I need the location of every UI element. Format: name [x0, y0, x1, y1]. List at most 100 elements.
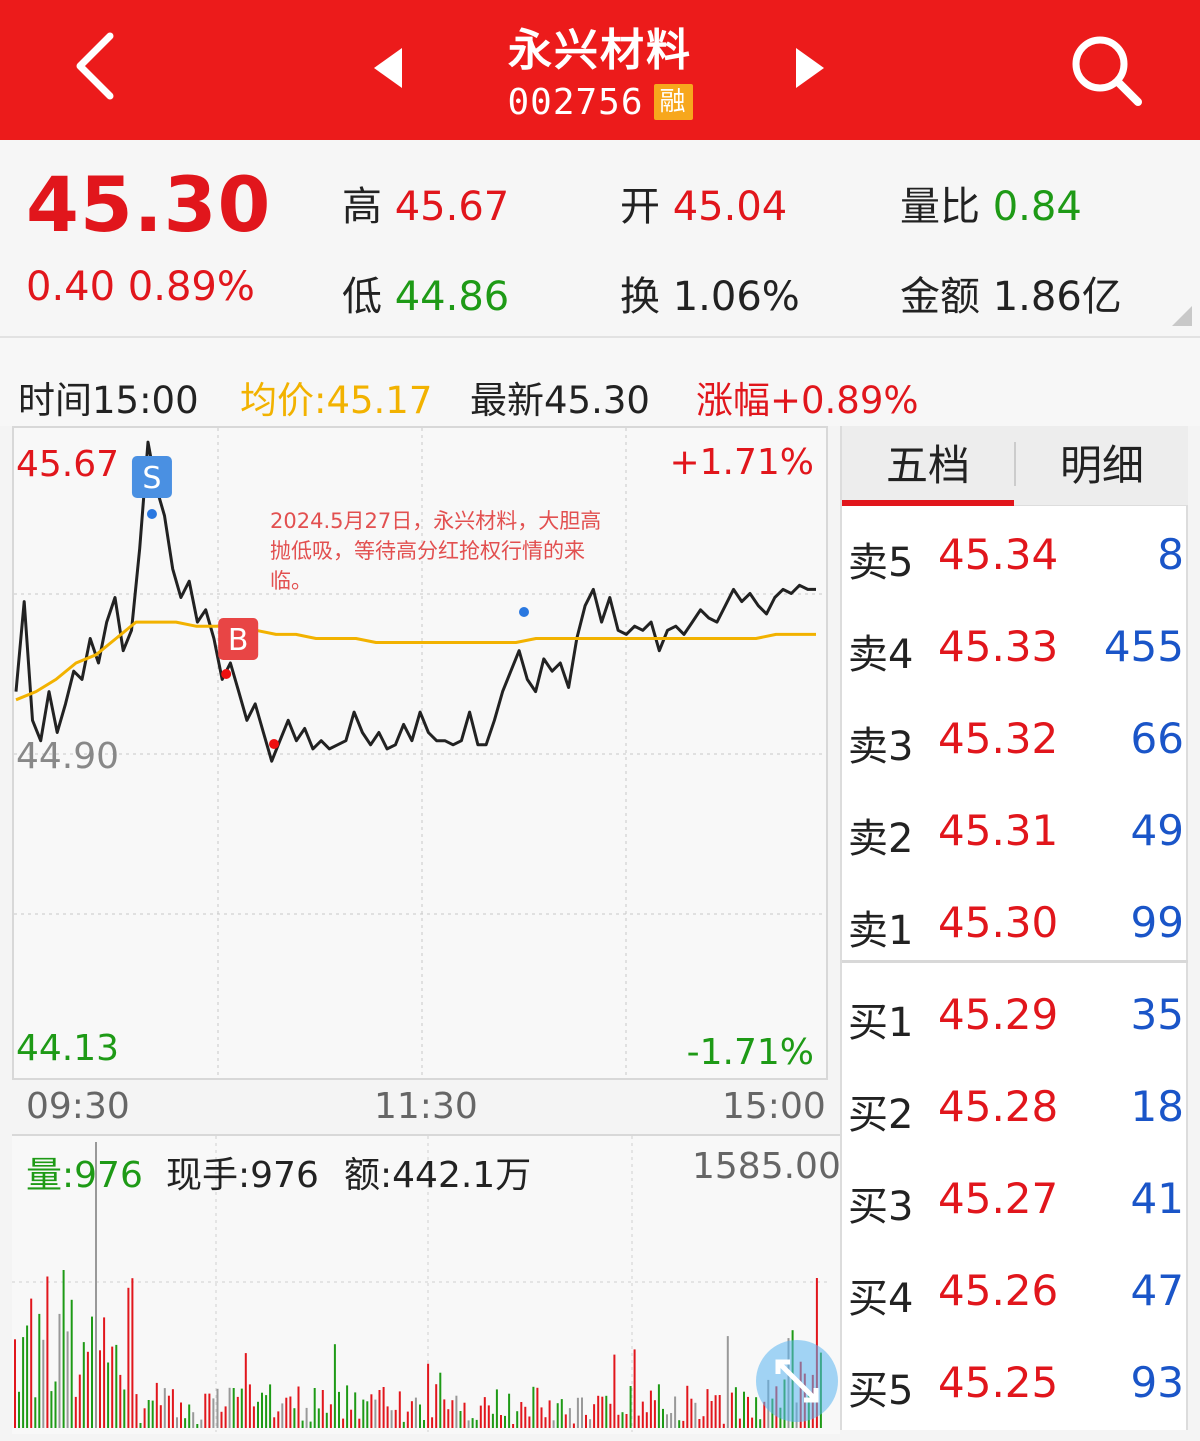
volume-bar [338, 1391, 340, 1428]
volume-bar [548, 1400, 551, 1428]
bid-price: 45.26 [938, 1266, 1059, 1315]
volume-bar [698, 1419, 701, 1428]
volume-bar [463, 1402, 466, 1428]
volume-bar [593, 1404, 596, 1428]
next-stock-icon[interactable] [792, 46, 828, 90]
volume-bar [212, 1398, 215, 1428]
volume-bar [678, 1420, 681, 1428]
volume-bar [560, 1399, 563, 1428]
chart-annotation-line: 抛低吸，等待高分红抢权行情的来 [270, 539, 585, 563]
bid-label: 买4 [848, 1276, 914, 1322]
volume-bar [46, 1276, 49, 1428]
ask-label: 卖1 [848, 908, 914, 954]
volume-max: 1585.00 [692, 1146, 841, 1187]
volume-bar [123, 1389, 126, 1428]
ask-row-4[interactable]: 卖4 45.33 455 [842, 600, 1188, 692]
volume-bar [585, 1414, 587, 1428]
turnover-label: 换 [620, 274, 660, 320]
bid-row-2[interactable]: 买2 45.28 18 [842, 1060, 1188, 1152]
fullscreen-expand-button[interactable] [756, 1340, 838, 1422]
expand-corner-icon[interactable] [1172, 306, 1192, 326]
volume-bar [645, 1412, 648, 1428]
volume-bar [581, 1397, 583, 1428]
volume-bar [544, 1417, 547, 1428]
search-icon[interactable] [1070, 34, 1144, 108]
tab-five-levels[interactable]: 五档 [842, 436, 1014, 506]
volume-bar [386, 1406, 389, 1428]
ask-row-3[interactable]: 卖3 45.32 66 [842, 692, 1188, 784]
bid-row-3[interactable]: 买3 45.27 41 [842, 1152, 1188, 1244]
volume-bar [471, 1418, 474, 1428]
volume-bar [520, 1402, 523, 1428]
volume-bar [192, 1412, 195, 1428]
volume-bar [382, 1387, 385, 1428]
volume-bar [500, 1415, 502, 1428]
volume-bar [512, 1424, 515, 1428]
bid-volume: 18 [1130, 1082, 1184, 1131]
volume-bar [240, 1388, 243, 1428]
volume-bar [613, 1354, 616, 1428]
intraday-chart[interactable]: S B 45.67 44.90 44.13 +1.71% -1.71% 2024.5月27日，… [12, 426, 828, 1080]
volume-bar [273, 1417, 276, 1428]
volume-bar [394, 1409, 397, 1428]
volume-bar [609, 1403, 612, 1428]
volume-bar [350, 1409, 353, 1428]
ask-row-5[interactable]: 卖5 45.34 8 [842, 508, 1188, 600]
low-label: 低 [342, 274, 382, 320]
volume-bar [281, 1403, 284, 1428]
volume-bar [26, 1325, 29, 1428]
volume-bar [662, 1408, 664, 1428]
volume-bar [62, 1270, 65, 1428]
volume-bar [406, 1411, 409, 1428]
sell-point-dot [146, 509, 157, 519]
volume-bar [427, 1363, 430, 1428]
bid-row-5[interactable]: 买5 45.25 93 [842, 1336, 1188, 1428]
volume-bar [309, 1421, 312, 1428]
volume-bar [370, 1394, 373, 1428]
ask-volume: 66 [1130, 714, 1184, 763]
volume-bar [180, 1402, 182, 1428]
volume-bar [301, 1420, 304, 1428]
volume-bar [34, 1397, 37, 1428]
volume-bar [289, 1396, 292, 1428]
bid-label: 买1 [848, 1000, 914, 1046]
volume-bar [487, 1405, 490, 1428]
chart-annotation-line: 临。 [270, 569, 312, 593]
vol-ratio-value: 0.84 [992, 184, 1082, 230]
tab-detail[interactable]: 明细 [1016, 436, 1188, 506]
volume-bar [342, 1418, 345, 1428]
volume-bar [30, 1298, 33, 1428]
info-latest: 最新45.30 [470, 379, 650, 422]
volume-bar [617, 1414, 620, 1428]
volume-bar [107, 1362, 110, 1428]
ask-label: 卖3 [848, 724, 914, 770]
volume-bar [706, 1389, 709, 1428]
volume-bar [637, 1415, 640, 1428]
ask-row-2[interactable]: 卖2 45.31 49 [842, 784, 1188, 876]
volume-bar [317, 1408, 320, 1428]
volume-bar [313, 1388, 316, 1428]
bid-row-1[interactable]: 买1 45.29 35 [842, 968, 1188, 1060]
volume-bar [633, 1349, 636, 1428]
ask-row-1[interactable]: 卖1 45.30 99 [842, 876, 1188, 968]
volume-bar [131, 1278, 134, 1428]
y-label-mid: 44.90 [16, 736, 119, 777]
volume-bar [285, 1397, 288, 1428]
volume-bar [248, 1384, 251, 1428]
bid-row-4[interactable]: 买4 45.26 47 [842, 1244, 1188, 1336]
avg-price-line [15, 620, 816, 702]
volume-bar [710, 1401, 713, 1428]
volume-bar [151, 1400, 154, 1428]
volume-bar [747, 1396, 749, 1428]
volume-bar [726, 1336, 729, 1428]
high-label: 高 [342, 184, 382, 230]
open-item: 开 45.04 [620, 174, 787, 232]
volume-bar [261, 1392, 263, 1428]
volume-label: 量:976 [26, 1155, 143, 1196]
order-book: 五档 明细 卖5 45.34 8 卖4 45.33 455 卖3 45.32 6… [840, 426, 1188, 1430]
volume-bar [722, 1423, 725, 1428]
volume-bar [423, 1420, 425, 1428]
volume-bar [127, 1287, 130, 1428]
volume-chart[interactable]: 量:976 现手:976 额:442.1万 1585.00 [12, 1134, 841, 1434]
bid-label: 买5 [848, 1368, 914, 1414]
